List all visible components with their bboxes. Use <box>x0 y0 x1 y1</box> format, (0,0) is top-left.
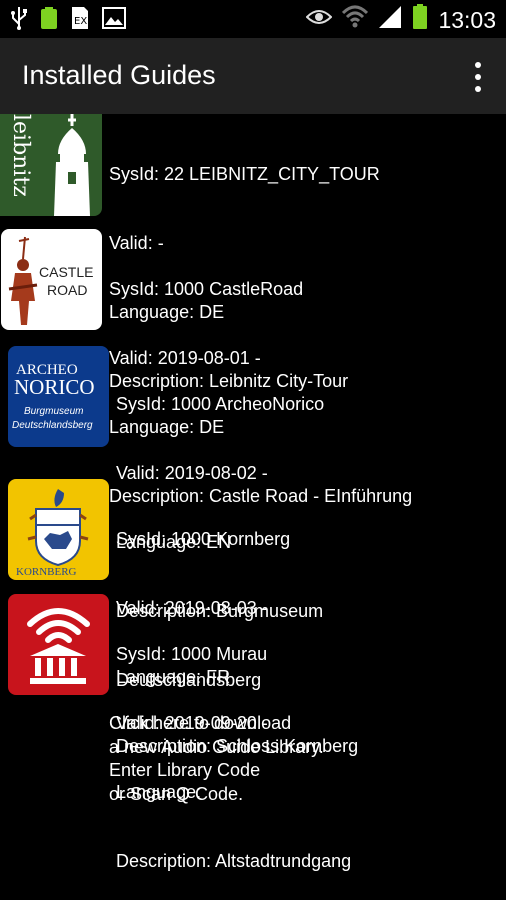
svg-text:CASTLE: CASTLE <box>39 264 93 280</box>
download-line: Enter Library Code <box>109 760 261 780</box>
download-line: Click here to download <box>109 713 292 733</box>
svg-text:ROAD: ROAD <box>47 282 87 298</box>
status-time: 13:03 <box>438 6 496 33</box>
overflow-menu-icon[interactable] <box>466 62 490 92</box>
guide-sysid: SysId: 1000 CastleRoad <box>109 279 304 299</box>
battery-icon <box>412 4 428 35</box>
download-line: a new Audio Guide Library. <box>109 736 324 757</box>
usb-icon <box>10 6 28 35</box>
svg-text:Deutschlandsberg: Deutschlandsberg <box>12 420 93 431</box>
guide-item-leibnitz[interactable]: leibnitz SysId: 22 LEIBNITZ_CITY_TOUR Va… <box>0 114 506 391</box>
archeonorico-logo: ARCHEO NORICO Burgmuseum Deutschlandsber… <box>8 346 109 447</box>
svg-text:KORNBERG: KORNBERG <box>16 566 77 578</box>
download-library-link[interactable]: Click here to download a new Audio Guide… <box>109 712 324 806</box>
leibnitz-logo: leibnitz <box>0 114 102 216</box>
battery-app-icon <box>40 6 58 35</box>
sd-card-icon: EX <box>70 6 90 35</box>
kornberg-logo: KORNBERG <box>8 479 109 580</box>
guide-item-castleroad[interactable]: CASTLE ROAD SysId: 1000 CastleRoad Valid… <box>0 229 506 506</box>
svg-text:leibnitz: leibnitz <box>8 114 33 197</box>
guide-sysid: SysId: 22 LEIBNITZ_CITY_TOUR <box>109 164 380 184</box>
audio-guide-icon <box>8 594 109 695</box>
eye-icon <box>306 8 333 31</box>
svg-text:NORICO: NORICO <box>14 375 95 399</box>
guide-item-archeonorico[interactable]: ARCHEO NORICO Burgmuseum Deutschlandsber… <box>0 344 506 690</box>
status-bar: EX 13:03 <box>0 0 506 38</box>
castleroad-logo: CASTLE ROAD <box>1 229 102 330</box>
svg-text:EX: EX <box>74 16 87 27</box>
image-icon <box>102 7 126 34</box>
svg-text:Burgmuseum: Burgmuseum <box>24 406 83 417</box>
guide-sysid: SysId: 1000 ArcheoNorico <box>116 394 325 414</box>
wifi-icon <box>342 5 369 34</box>
guide-list: leibnitz SysId: 22 LEIBNITZ_CITY_TOUR Va… <box>0 114 506 900</box>
guide-sysid: SysId: 1000 Murau <box>116 644 268 664</box>
guide-item-kornberg[interactable]: KORNBERG SysId: 1000 Kornberg Valid: 201… <box>0 479 506 756</box>
download-line: or Scan Q Code. <box>109 783 244 804</box>
guide-sysid: SysId: 1000 Kornberg <box>116 529 291 549</box>
guide-item-murau[interactable]: SysId: 1000 Murau Valid: 2019-09-20 - La… <box>0 594 506 871</box>
signal-icon <box>378 5 402 34</box>
guide-description: Description: Altstadtrundgang <box>116 851 352 871</box>
page-title: Installed Guides <box>22 60 216 90</box>
action-bar: Installed Guides <box>0 38 506 114</box>
